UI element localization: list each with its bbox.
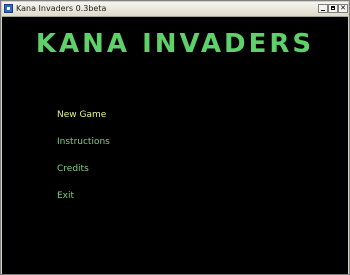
menu-item-credits[interactable]: Credits [57,163,110,175]
maximize-button[interactable] [328,4,338,13]
main-menu: New Game Instructions Credits Exit [57,109,110,217]
window-title: Kana Invaders 0.3beta [16,4,107,13]
menu-item-exit[interactable]: Exit [57,190,110,202]
menu-item-new-game[interactable]: New Game [57,109,110,121]
title-bar[interactable]: Kana Invaders 0.3beta ✕ [2,2,348,17]
game-canvas: KANA INVADERS New Game Instructions Cred… [2,17,348,274]
menu-item-instructions[interactable]: Instructions [57,136,110,148]
game-title: KANA INVADERS [35,29,315,59]
app-window: Kana Invaders 0.3beta ✕ KANA INVADERS Ne… [0,0,350,275]
close-button[interactable]: ✕ [338,4,348,13]
minimize-button[interactable] [318,4,328,13]
app-icon [4,4,13,13]
